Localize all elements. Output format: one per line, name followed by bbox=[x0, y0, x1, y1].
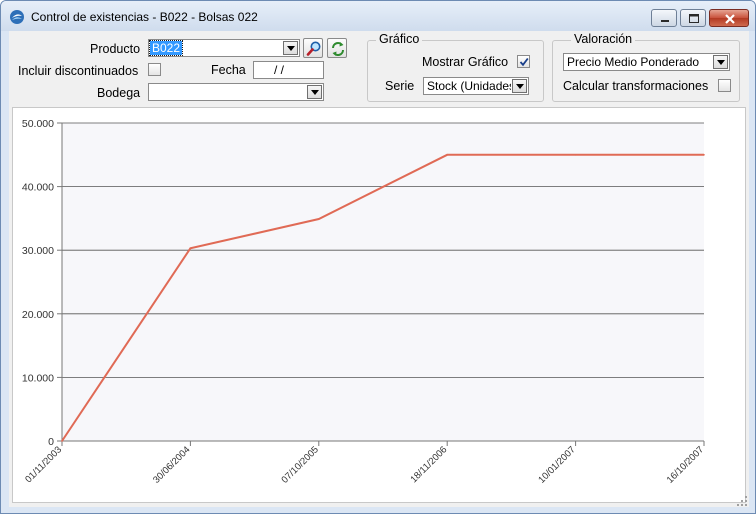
checkmark-icon bbox=[519, 57, 529, 67]
x-tick-label: 01/11/2003 bbox=[23, 444, 64, 485]
resize-grip-icon[interactable] bbox=[736, 495, 748, 507]
app-logo-icon bbox=[10, 10, 24, 24]
minimize-icon bbox=[661, 20, 669, 22]
data-point bbox=[446, 154, 449, 156]
mostrar-grafico-checkbox[interactable] bbox=[517, 55, 530, 68]
mostrar-grafico-label: Mostrar Gráfico bbox=[422, 55, 509, 69]
stock-line-chart: 010.00020.00030.00040.00050.00001/11/200… bbox=[22, 118, 706, 486]
x-tick-label: 16/10/2007 bbox=[665, 444, 706, 485]
bodega-combo[interactable] bbox=[148, 83, 324, 101]
fecha-value: / / bbox=[274, 63, 285, 77]
x-tick-label: 07/10/2005 bbox=[280, 444, 321, 485]
y-tick-label: 50.000 bbox=[22, 118, 54, 130]
y-tick-label: 30.000 bbox=[22, 245, 54, 257]
fecha-field[interactable]: / / bbox=[253, 61, 324, 79]
metodo-combo[interactable]: Precio Medio Ponderado bbox=[563, 53, 730, 71]
maximize-button[interactable] bbox=[680, 9, 706, 27]
data-point bbox=[318, 218, 320, 220]
chevron-down-icon bbox=[311, 90, 319, 95]
serie-label: Serie bbox=[385, 79, 415, 93]
producto-label: Producto bbox=[90, 42, 141, 56]
grafico-group: Gráfico Mostrar Gráfico Serie Stock (Uni… bbox=[367, 32, 544, 102]
metodo-value: Precio Medio Ponderado bbox=[567, 55, 700, 69]
bodega-dropdown-button[interactable] bbox=[307, 85, 322, 99]
plot-area bbox=[62, 123, 704, 441]
minimize-button[interactable] bbox=[651, 9, 677, 27]
metodo-dropdown-button[interactable] bbox=[713, 55, 728, 69]
x-tick-label: 10/01/2007 bbox=[536, 444, 577, 485]
bodega-label: Bodega bbox=[97, 86, 141, 100]
main-window: Control de existencias - B022 - Bolsas 0… bbox=[0, 0, 756, 514]
serie-dropdown-button[interactable] bbox=[512, 79, 527, 93]
grafico-legend: Gráfico bbox=[376, 32, 423, 46]
producto-dropdown-button[interactable] bbox=[283, 41, 298, 55]
x-tick-label: 18/11/2006 bbox=[408, 444, 449, 485]
producto-value: B022 bbox=[148, 40, 184, 56]
title-bar[interactable]: Control de existencias - B022 - Bolsas 0… bbox=[1, 1, 755, 31]
transformaciones-label: Calcular transformaciones bbox=[563, 79, 709, 93]
serie-combo[interactable]: Stock (Unidades) bbox=[423, 77, 529, 95]
producto-combo[interactable]: B022 bbox=[148, 39, 300, 57]
search-product-button[interactable] bbox=[303, 38, 323, 58]
refresh-icon bbox=[332, 42, 344, 56]
data-point bbox=[574, 154, 577, 156]
x-tick-label: 30/06/2004 bbox=[151, 444, 192, 485]
valoracion-group: Valoración Precio Medio Ponderado Calcul… bbox=[552, 32, 740, 102]
close-button[interactable] bbox=[709, 9, 749, 27]
refresh-button[interactable] bbox=[327, 38, 347, 58]
maximize-icon bbox=[689, 14, 699, 23]
data-point bbox=[189, 247, 192, 250]
y-tick-label: 10.000 bbox=[22, 372, 54, 384]
transformaciones-checkbox[interactable] bbox=[718, 79, 731, 92]
serie-value: Stock (Unidades) bbox=[427, 79, 511, 93]
discontinuados-label: Incluir discontinuados bbox=[18, 64, 139, 78]
window-title: Control de existencias - B022 - Bolsas 0… bbox=[31, 10, 258, 24]
chevron-down-icon bbox=[516, 84, 524, 89]
close-icon bbox=[725, 14, 735, 24]
chevron-down-icon bbox=[287, 46, 295, 51]
client-area: Producto B022 Incluir discontinuados Fec bbox=[9, 31, 749, 507]
chevron-down-icon bbox=[717, 60, 725, 65]
magnifier-icon bbox=[306, 41, 321, 56]
chart-panel: 0 10.000 20.000 30.000 40.000 50.000 01/11/200… bbox=[12, 107, 746, 503]
data-point bbox=[61, 440, 63, 442]
y-tick-label: 40.000 bbox=[22, 182, 54, 194]
discontinuados-checkbox[interactable] bbox=[148, 63, 161, 76]
fecha-label: Fecha bbox=[211, 63, 246, 77]
data-point bbox=[703, 154, 705, 156]
valoracion-legend: Valoración bbox=[571, 32, 636, 46]
y-tick-label: 20.000 bbox=[22, 309, 54, 321]
